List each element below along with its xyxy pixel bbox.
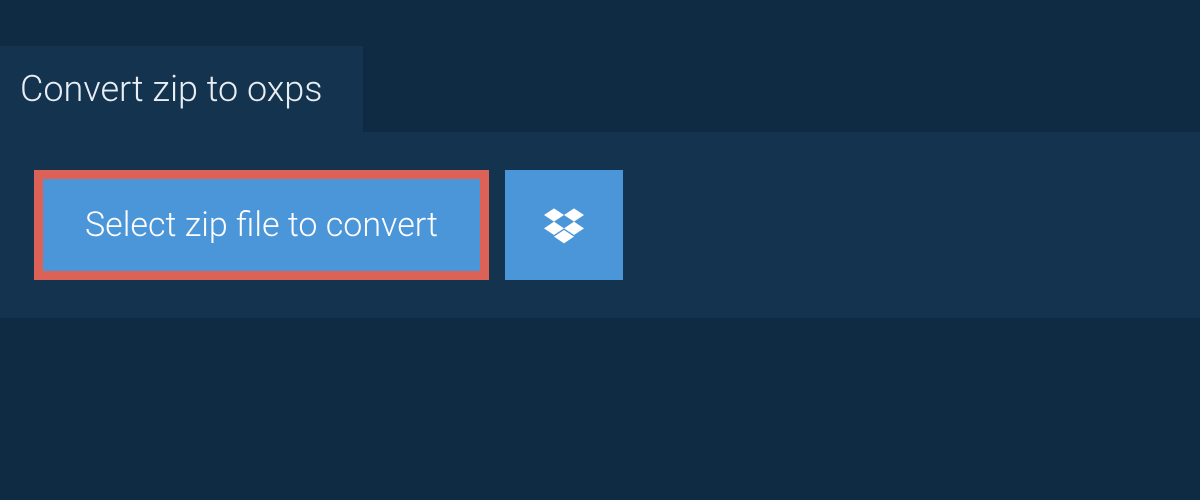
select-file-button[interactable]: Select zip file to convert (34, 170, 489, 280)
select-file-label: Select zip file to convert (85, 205, 438, 245)
dropbox-icon (544, 205, 584, 245)
page-title: Convert zip to oxps (20, 68, 323, 110)
tab-header: Convert zip to oxps (0, 46, 363, 132)
button-row: Select zip file to convert (34, 170, 1166, 280)
dropbox-button[interactable] (505, 170, 623, 280)
converter-panel: Select zip file to convert (0, 132, 1200, 318)
